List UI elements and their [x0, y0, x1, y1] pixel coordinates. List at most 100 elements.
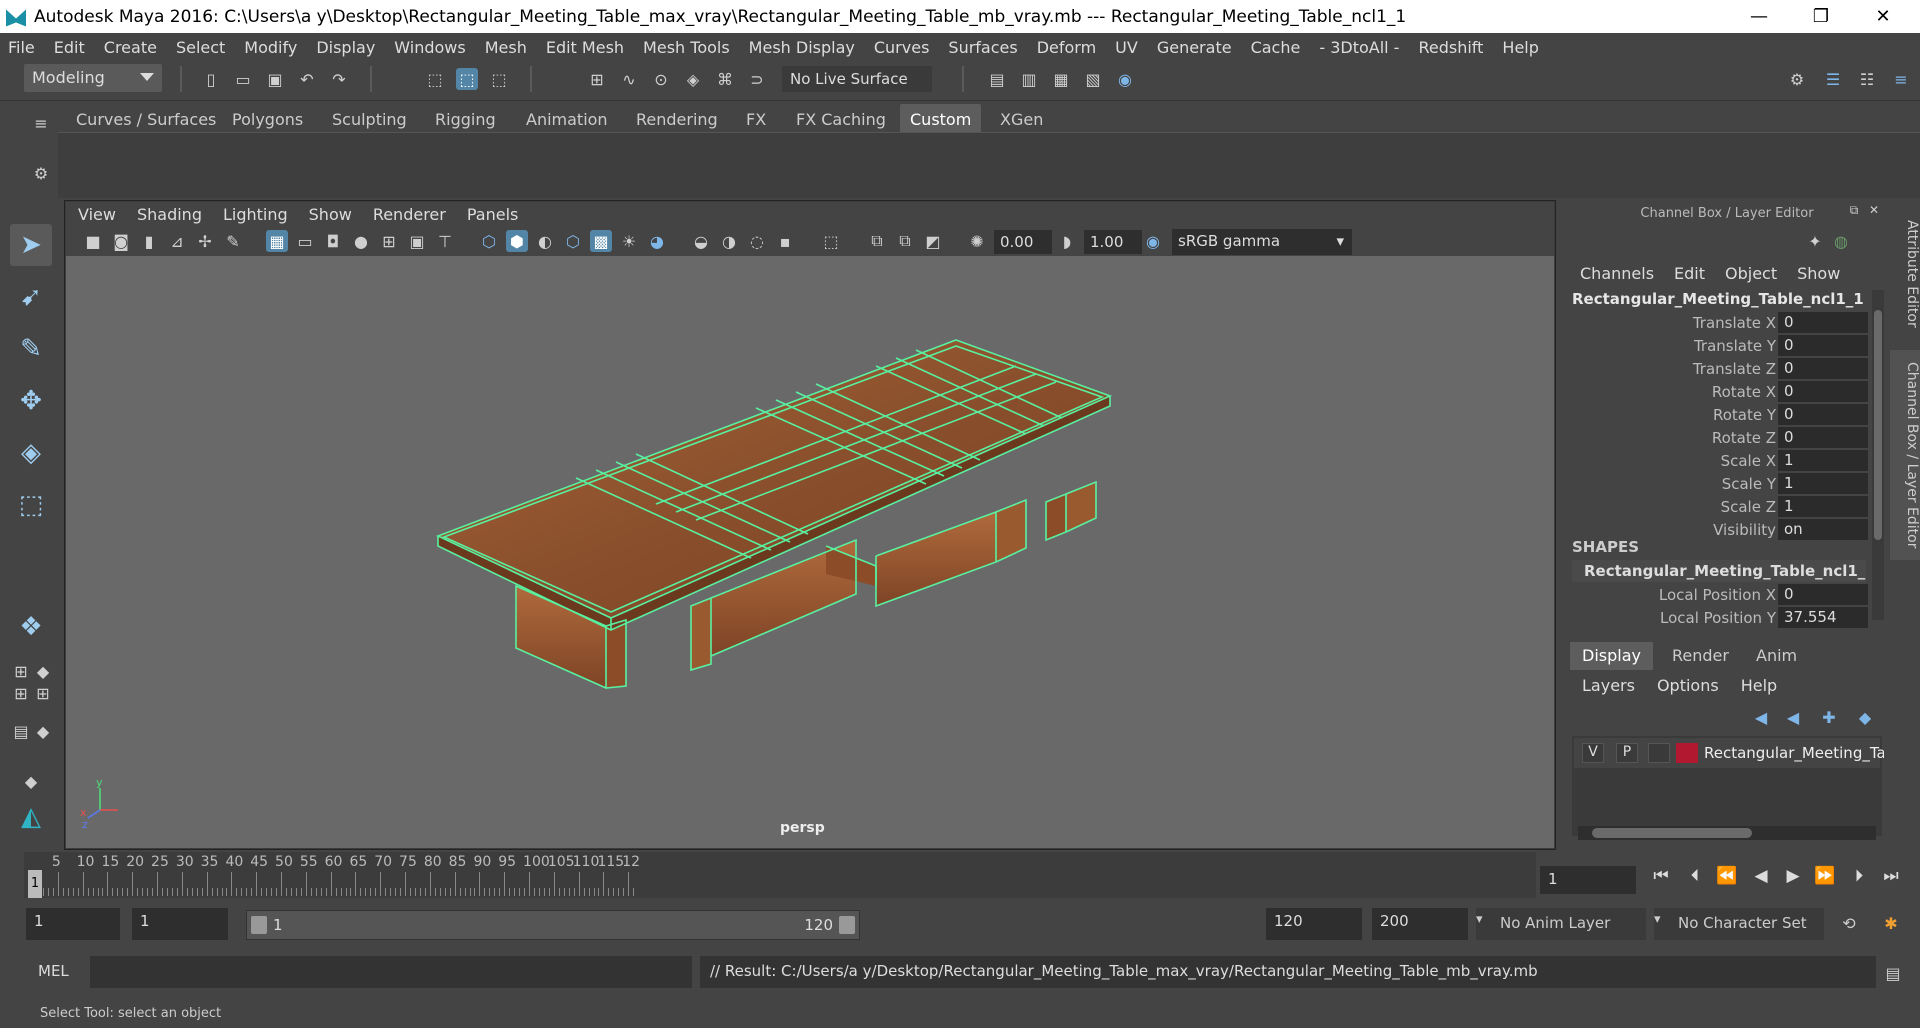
viewport-menu-show[interactable]: Show [309, 205, 352, 224]
field-chart-icon[interactable]: ⊞ [378, 230, 400, 252]
textured-icon[interactable]: ▩ [590, 230, 612, 252]
exposure-icon[interactable]: ✺ [966, 230, 988, 252]
playback-start-field[interactable]: 1 [132, 908, 228, 940]
depth-of-field-icon[interactable]: ▪ [774, 230, 796, 252]
hypershade-icon[interactable]: ◉ [1114, 68, 1136, 90]
go-to-start-icon[interactable]: ⏮ [1650, 866, 1672, 888]
gamma-field[interactable]: 1.00 [1084, 230, 1142, 254]
new-layer-icon[interactable]: ✚ [1818, 706, 1840, 728]
float-panel-icon[interactable]: ⧉ [1846, 202, 1862, 218]
xray-joints-icon[interactable]: ⧉ [866, 230, 888, 252]
layout-option-icon[interactable]: ⊞ [32, 682, 54, 704]
menu-deform[interactable]: Deform [1037, 38, 1096, 57]
scale-tool-icon[interactable]: ⬚ [10, 484, 52, 526]
tab-rendering[interactable]: Rendering [626, 104, 728, 132]
end-time-field[interactable]: 200 [1372, 908, 1468, 940]
scrollbar-thumb[interactable] [1874, 310, 1882, 540]
select-by-hierarchy-icon[interactable]: ⬚ [424, 68, 446, 90]
layer-name[interactable]: Rectangular_Meeting_Ta [1704, 744, 1884, 762]
tab-render[interactable]: Render [1660, 642, 1741, 670]
grease-pencil-icon[interactable]: ✎ [222, 230, 244, 252]
menu-select[interactable]: Select [176, 38, 225, 57]
gamma-icon[interactable]: ◗ [1056, 230, 1078, 252]
attr-field-local-position-x[interactable]: 0 [1778, 584, 1868, 605]
layer-visibility-toggle[interactable]: V [1582, 743, 1604, 763]
play-forwards-icon[interactable]: ▶ [1782, 866, 1804, 888]
shape-object-name[interactable]: Rectangular_Meeting_Table_ncl1_1S... [1572, 560, 1866, 582]
tab-fx-caching[interactable]: FX Caching [786, 104, 896, 132]
range-slider[interactable]: 1 120 [246, 910, 860, 940]
tab-xgen[interactable]: XGen [990, 104, 1053, 132]
close-panel-icon[interactable]: ✕ [1866, 202, 1882, 218]
tab-polygons[interactable]: Polygons [222, 104, 313, 132]
menu-generate[interactable]: Generate [1157, 38, 1232, 57]
new-scene-icon[interactable]: ▯ [200, 68, 222, 90]
viewport-menu-shading[interactable]: Shading [137, 205, 202, 224]
tab-display[interactable]: Display [1570, 642, 1653, 670]
maximize-button[interactable]: ❐ [1790, 0, 1852, 33]
step-forward-frame-icon[interactable]: ⏵ [1848, 866, 1870, 888]
menu-uv[interactable]: UV [1115, 38, 1138, 57]
open-scene-icon[interactable]: ▭ [232, 68, 254, 90]
menu-redshift[interactable]: Redshift [1418, 38, 1483, 57]
move-layer-down-icon[interactable]: ◀ [1782, 706, 1804, 728]
safe-title-icon[interactable]: ⊤ [434, 230, 456, 252]
close-button[interactable]: ✕ [1852, 0, 1914, 33]
wireframe-icon[interactable]: ⬡ [478, 230, 500, 252]
grid-toggle-icon[interactable]: ▦ [266, 230, 288, 252]
channel-box-menu-object[interactable]: Object [1725, 264, 1777, 283]
film-gate-icon[interactable]: ▭ [294, 230, 316, 252]
tab-fx[interactable]: FX [736, 104, 776, 132]
viewport-menu-panels[interactable]: Panels [467, 205, 519, 224]
menu-edit[interactable]: Edit [54, 38, 85, 57]
layer-menu-options[interactable]: Options [1657, 676, 1719, 695]
range-end-handle[interactable] [839, 916, 855, 934]
rotate-tool-icon[interactable]: ◈ [10, 432, 52, 474]
move-tool-icon[interactable]: ✥ [10, 380, 52, 422]
playback-end-field[interactable]: 120 [1266, 908, 1362, 940]
snap-point-icon[interactable]: ⊙ [650, 68, 672, 90]
scrollbar-thumb[interactable] [1592, 828, 1752, 838]
paint-select-tool-icon[interactable]: ✎ [10, 328, 52, 370]
motion-blur-icon[interactable]: ◑ [718, 230, 740, 252]
menu-modify[interactable]: Modify [244, 38, 297, 57]
render-frame-icon[interactable]: ▥ [1018, 68, 1040, 90]
tab-rigging[interactable]: Rigging [425, 104, 506, 132]
menu-surfaces[interactable]: Surfaces [948, 38, 1017, 57]
xray-active-icon[interactable]: ⧉ [894, 230, 916, 252]
xray-icon[interactable]: ⬡ [562, 230, 584, 252]
modeling-toolkit-icon[interactable]: ⚙ [1786, 68, 1808, 90]
lights-icon[interactable]: ☀ [618, 230, 640, 252]
attr-field-translate-y[interactable]: 0 [1778, 335, 1868, 356]
menu-mesh-tools[interactable]: Mesh Tools [643, 38, 730, 57]
character-set-select[interactable]: ▾ No Character Set [1654, 908, 1824, 940]
resolution-gate-icon[interactable]: ◘ [322, 230, 344, 252]
menu-cache[interactable]: Cache [1251, 38, 1301, 57]
attr-field-local-position-y[interactable]: 37.554 [1778, 607, 1868, 628]
go-to-end-icon[interactable]: ⏭ [1880, 866, 1902, 888]
channel-box-lock-icon[interactable]: ◍ [1830, 230, 1852, 252]
minimize-button[interactable]: — [1728, 0, 1790, 33]
current-frame-field[interactable]: 1 [1540, 866, 1636, 894]
shadows-icon[interactable]: ◕ [646, 230, 668, 252]
play-backwards-icon[interactable]: ◀ [1750, 866, 1772, 888]
channel-box-menu-show[interactable]: Show [1797, 264, 1840, 283]
live-surface-icon[interactable]: ⊃ [746, 68, 768, 90]
attr-field-rotate-y[interactable]: 0 [1778, 404, 1868, 425]
undo-icon[interactable]: ↶ [296, 68, 318, 90]
layout-option-icon[interactable]: ◆ [20, 770, 42, 792]
perspective-viewport[interactable]: y x z [66, 256, 1554, 848]
attribute-editor-side-tab[interactable]: Attribute Editor [1890, 214, 1920, 334]
wireframe-on-shaded-icon[interactable]: ◐ [534, 230, 556, 252]
range-start-handle[interactable] [251, 916, 267, 934]
tab-anim[interactable]: Anim [1744, 642, 1809, 670]
menu-help[interactable]: Help [1502, 38, 1538, 57]
menu-3dtoall[interactable]: - 3DtoAll - [1319, 38, 1399, 57]
backface-culling-icon[interactable]: ◩ [922, 230, 944, 252]
channel-box-key-icon[interactable]: ✦ [1804, 230, 1826, 252]
move-layer-up-icon[interactable]: ◀ [1750, 706, 1772, 728]
menu-mesh-display[interactable]: Mesh Display [749, 38, 855, 57]
tab-curves-surfaces[interactable]: Curves / Surfaces [66, 104, 226, 132]
menu-file[interactable]: File [8, 38, 35, 57]
channel-box-menu-channels[interactable]: Channels [1580, 264, 1654, 283]
